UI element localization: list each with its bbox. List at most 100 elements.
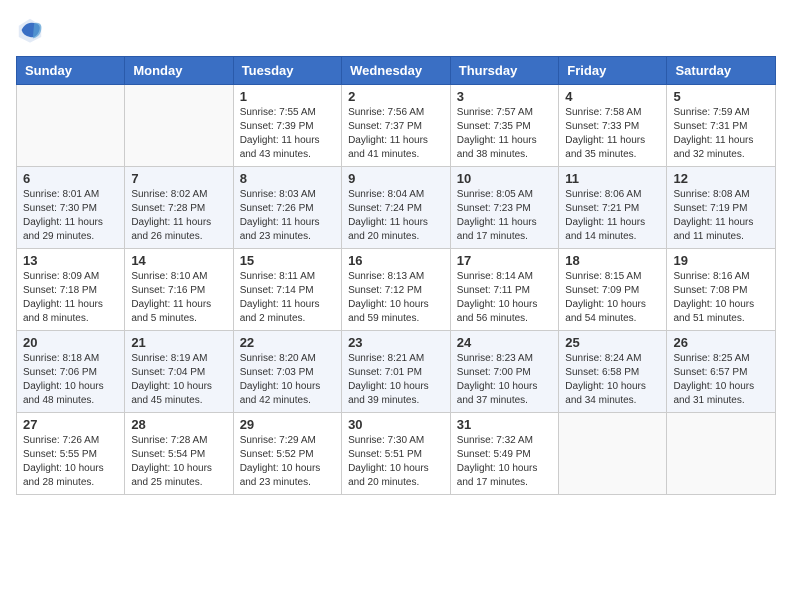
calendar-cell: 28 Sunrise: 7:28 AMSunset: 5:54 PMDayligh… — [125, 413, 233, 495]
calendar-cell: 22Sunrise: 8:20 AMSunset: 7:03 PMDayligh… — [233, 331, 341, 413]
day-number: 29 — [240, 417, 335, 432]
day-number: 17 — [457, 253, 553, 268]
day-info: Sunrise: 7:56 AMSunset: 7:37 PMDaylight:… — [348, 106, 444, 162]
day-info: Sunrise: 8:09 AMSunset: 7:18 PMDaylight:… — [23, 270, 118, 326]
day-info: Sunrise: 8:11 AMSunset: 7:14 PMDaylight:… — [240, 270, 335, 326]
day-number: 5 — [673, 89, 769, 104]
day-info: Sunrise: 8:13 AMSunset: 7:12 PMDaylight:… — [348, 270, 444, 326]
calendar-cell — [125, 85, 233, 167]
day-info: Sunrise: 8:23 AMSunset: 7:00 PMDaylight:… — [457, 352, 553, 408]
day-number: 4 — [565, 89, 660, 104]
calendar-cell: 3Sunrise: 7:57 AMSunset: 7:35 PMDaylight… — [450, 85, 559, 167]
day-number: 10 — [457, 171, 553, 186]
day-info: Sunrise: 8:08 AMSunset: 7:19 PMDaylight:… — [673, 188, 769, 244]
calendar-cell: 14 Sunrise: 8:10 AMSunset: 7:16 PMDayligh… — [125, 249, 233, 331]
calendar-cell: 16 Sunrise: 8:13 AMSunset: 7:12 PMDayligh… — [342, 249, 451, 331]
day-number: 26 — [673, 335, 769, 350]
logo — [16, 16, 48, 44]
day-info: Sunrise: 7:26 AMSunset: 5:55 PMDaylight:… — [23, 434, 118, 490]
weekday-header-thursday: Thursday — [450, 57, 559, 85]
day-number: 15 — [240, 253, 335, 268]
day-info: Sunrise: 8:06 AMSunset: 7:21 PMDaylight:… — [565, 188, 660, 244]
day-info: Sunrise: 8:14 AMSunset: 7:11 PMDaylight:… — [457, 270, 553, 326]
calendar-cell: 19 Sunrise: 8:16 AMSunset: 7:08 PMDayligh… — [667, 249, 776, 331]
calendar-cell: 10 Sunrise: 8:05 AMSunset: 7:23 PMDayligh… — [450, 167, 559, 249]
calendar-cell: 12 Sunrise: 8:08 AMSunset: 7:19 PMDayligh… — [667, 167, 776, 249]
day-info: Sunrise: 8:02 AMSunset: 7:28 PMDaylight:… — [131, 188, 226, 244]
day-info: Sunrise: 8:03 AMSunset: 7:26 PMDaylight:… — [240, 188, 335, 244]
calendar-cell: 24Sunrise: 8:23 AMSunset: 7:00 PMDayligh… — [450, 331, 559, 413]
day-number: 20 — [23, 335, 118, 350]
day-number: 18 — [565, 253, 660, 268]
calendar-week-row: 27 Sunrise: 7:26 AMSunset: 5:55 PMDayligh… — [17, 413, 776, 495]
day-info: Sunrise: 8:24 AMSunset: 6:58 PMDaylight:… — [565, 352, 660, 408]
day-info: Sunrise: 8:16 AMSunset: 7:08 PMDaylight:… — [673, 270, 769, 326]
day-number: 1 — [240, 89, 335, 104]
calendar-cell — [17, 85, 125, 167]
weekday-header-friday: Friday — [559, 57, 667, 85]
calendar-week-row: 6Sunrise: 8:01 AMSunset: 7:30 PMDaylight… — [17, 167, 776, 249]
day-number: 21 — [131, 335, 226, 350]
calendar-cell: 7 Sunrise: 8:02 AMSunset: 7:28 PMDaylight… — [125, 167, 233, 249]
calendar-cell: 20 Sunrise: 8:18 AMSunset: 7:06 PMDayligh… — [17, 331, 125, 413]
day-info: Sunrise: 8:19 AMSunset: 7:04 PMDaylight:… — [131, 352, 226, 408]
calendar-week-row: 13 Sunrise: 8:09 AMSunset: 7:18 PMDayligh… — [17, 249, 776, 331]
day-info: Sunrise: 8:10 AMSunset: 7:16 PMDaylight:… — [131, 270, 226, 326]
day-number: 31 — [457, 417, 553, 432]
calendar-cell: 6Sunrise: 8:01 AMSunset: 7:30 PMDaylight… — [17, 167, 125, 249]
day-number: 25 — [565, 335, 660, 350]
weekday-header-sunday: Sunday — [17, 57, 125, 85]
day-info: Sunrise: 7:57 AMSunset: 7:35 PMDaylight:… — [457, 106, 553, 162]
calendar-cell: 30Sunrise: 7:30 AMSunset: 5:51 PMDayligh… — [342, 413, 451, 495]
day-number: 13 — [23, 253, 118, 268]
weekday-header-saturday: Saturday — [667, 57, 776, 85]
calendar-cell: 17 Sunrise: 8:14 AMSunset: 7:11 PMDayligh… — [450, 249, 559, 331]
calendar-cell: 21 Sunrise: 8:19 AMSunset: 7:04 PMDayligh… — [125, 331, 233, 413]
calendar-cell — [559, 413, 667, 495]
calendar-cell: 11 Sunrise: 8:06 AMSunset: 7:21 PMDayligh… — [559, 167, 667, 249]
day-number: 19 — [673, 253, 769, 268]
day-info: Sunrise: 7:28 AMSunset: 5:54 PMDaylight:… — [131, 434, 226, 490]
calendar-cell: 18 Sunrise: 8:15 AMSunset: 7:09 PMDayligh… — [559, 249, 667, 331]
calendar-header-row: SundayMondayTuesdayWednesdayThursdayFrid… — [17, 57, 776, 85]
day-number: 8 — [240, 171, 335, 186]
day-info: Sunrise: 7:32 AMSunset: 5:49 PMDaylight:… — [457, 434, 553, 490]
calendar-cell: 26Sunrise: 8:25 AMSunset: 6:57 PMDayligh… — [667, 331, 776, 413]
calendar-cell: 25 Sunrise: 8:24 AMSunset: 6:58 PMDayligh… — [559, 331, 667, 413]
calendar-week-row: 1Sunrise: 7:55 AMSunset: 7:39 PMDaylight… — [17, 85, 776, 167]
calendar-cell: 2 Sunrise: 7:56 AMSunset: 7:37 PMDaylight… — [342, 85, 451, 167]
day-number: 11 — [565, 171, 660, 186]
day-info: Sunrise: 7:30 AMSunset: 5:51 PMDaylight:… — [348, 434, 444, 490]
weekday-header-tuesday: Tuesday — [233, 57, 341, 85]
weekday-header-monday: Monday — [125, 57, 233, 85]
day-info: Sunrise: 8:15 AMSunset: 7:09 PMDaylight:… — [565, 270, 660, 326]
day-number: 2 — [348, 89, 444, 104]
calendar-cell: 23Sunrise: 8:21 AMSunset: 7:01 PMDayligh… — [342, 331, 451, 413]
calendar-cell: 8 Sunrise: 8:03 AMSunset: 7:26 PMDaylight… — [233, 167, 341, 249]
day-info: Sunrise: 8:20 AMSunset: 7:03 PMDaylight:… — [240, 352, 335, 408]
weekday-header-wednesday: Wednesday — [342, 57, 451, 85]
day-number: 12 — [673, 171, 769, 186]
calendar-cell: 9Sunrise: 8:04 AMSunset: 7:24 PMDaylight… — [342, 167, 451, 249]
logo-icon — [16, 16, 44, 44]
day-number: 14 — [131, 253, 226, 268]
day-info: Sunrise: 8:05 AMSunset: 7:23 PMDaylight:… — [457, 188, 553, 244]
day-number: 16 — [348, 253, 444, 268]
day-number: 28 — [131, 417, 226, 432]
page-header — [16, 16, 776, 44]
day-number: 23 — [348, 335, 444, 350]
calendar-cell: 4Sunrise: 7:58 AMSunset: 7:33 PMDaylight… — [559, 85, 667, 167]
day-number: 7 — [131, 171, 226, 186]
day-number: 6 — [23, 171, 118, 186]
day-number: 27 — [23, 417, 118, 432]
calendar-cell: 1Sunrise: 7:55 AMSunset: 7:39 PMDaylight… — [233, 85, 341, 167]
calendar-table: SundayMondayTuesdayWednesdayThursdayFrid… — [16, 56, 776, 495]
calendar-cell: 27 Sunrise: 7:26 AMSunset: 5:55 PMDayligh… — [17, 413, 125, 495]
calendar-cell: 5Sunrise: 7:59 AMSunset: 7:31 PMDaylight… — [667, 85, 776, 167]
day-info: Sunrise: 7:29 AMSunset: 5:52 PMDaylight:… — [240, 434, 335, 490]
day-info: Sunrise: 8:04 AMSunset: 7:24 PMDaylight:… — [348, 188, 444, 244]
calendar-cell: 15 Sunrise: 8:11 AMSunset: 7:14 PMDayligh… — [233, 249, 341, 331]
calendar-cell: 29 Sunrise: 7:29 AMSunset: 5:52 PMDayligh… — [233, 413, 341, 495]
day-info: Sunrise: 8:18 AMSunset: 7:06 PMDaylight:… — [23, 352, 118, 408]
calendar-cell: 31 Sunrise: 7:32 AMSunset: 5:49 PMDayligh… — [450, 413, 559, 495]
